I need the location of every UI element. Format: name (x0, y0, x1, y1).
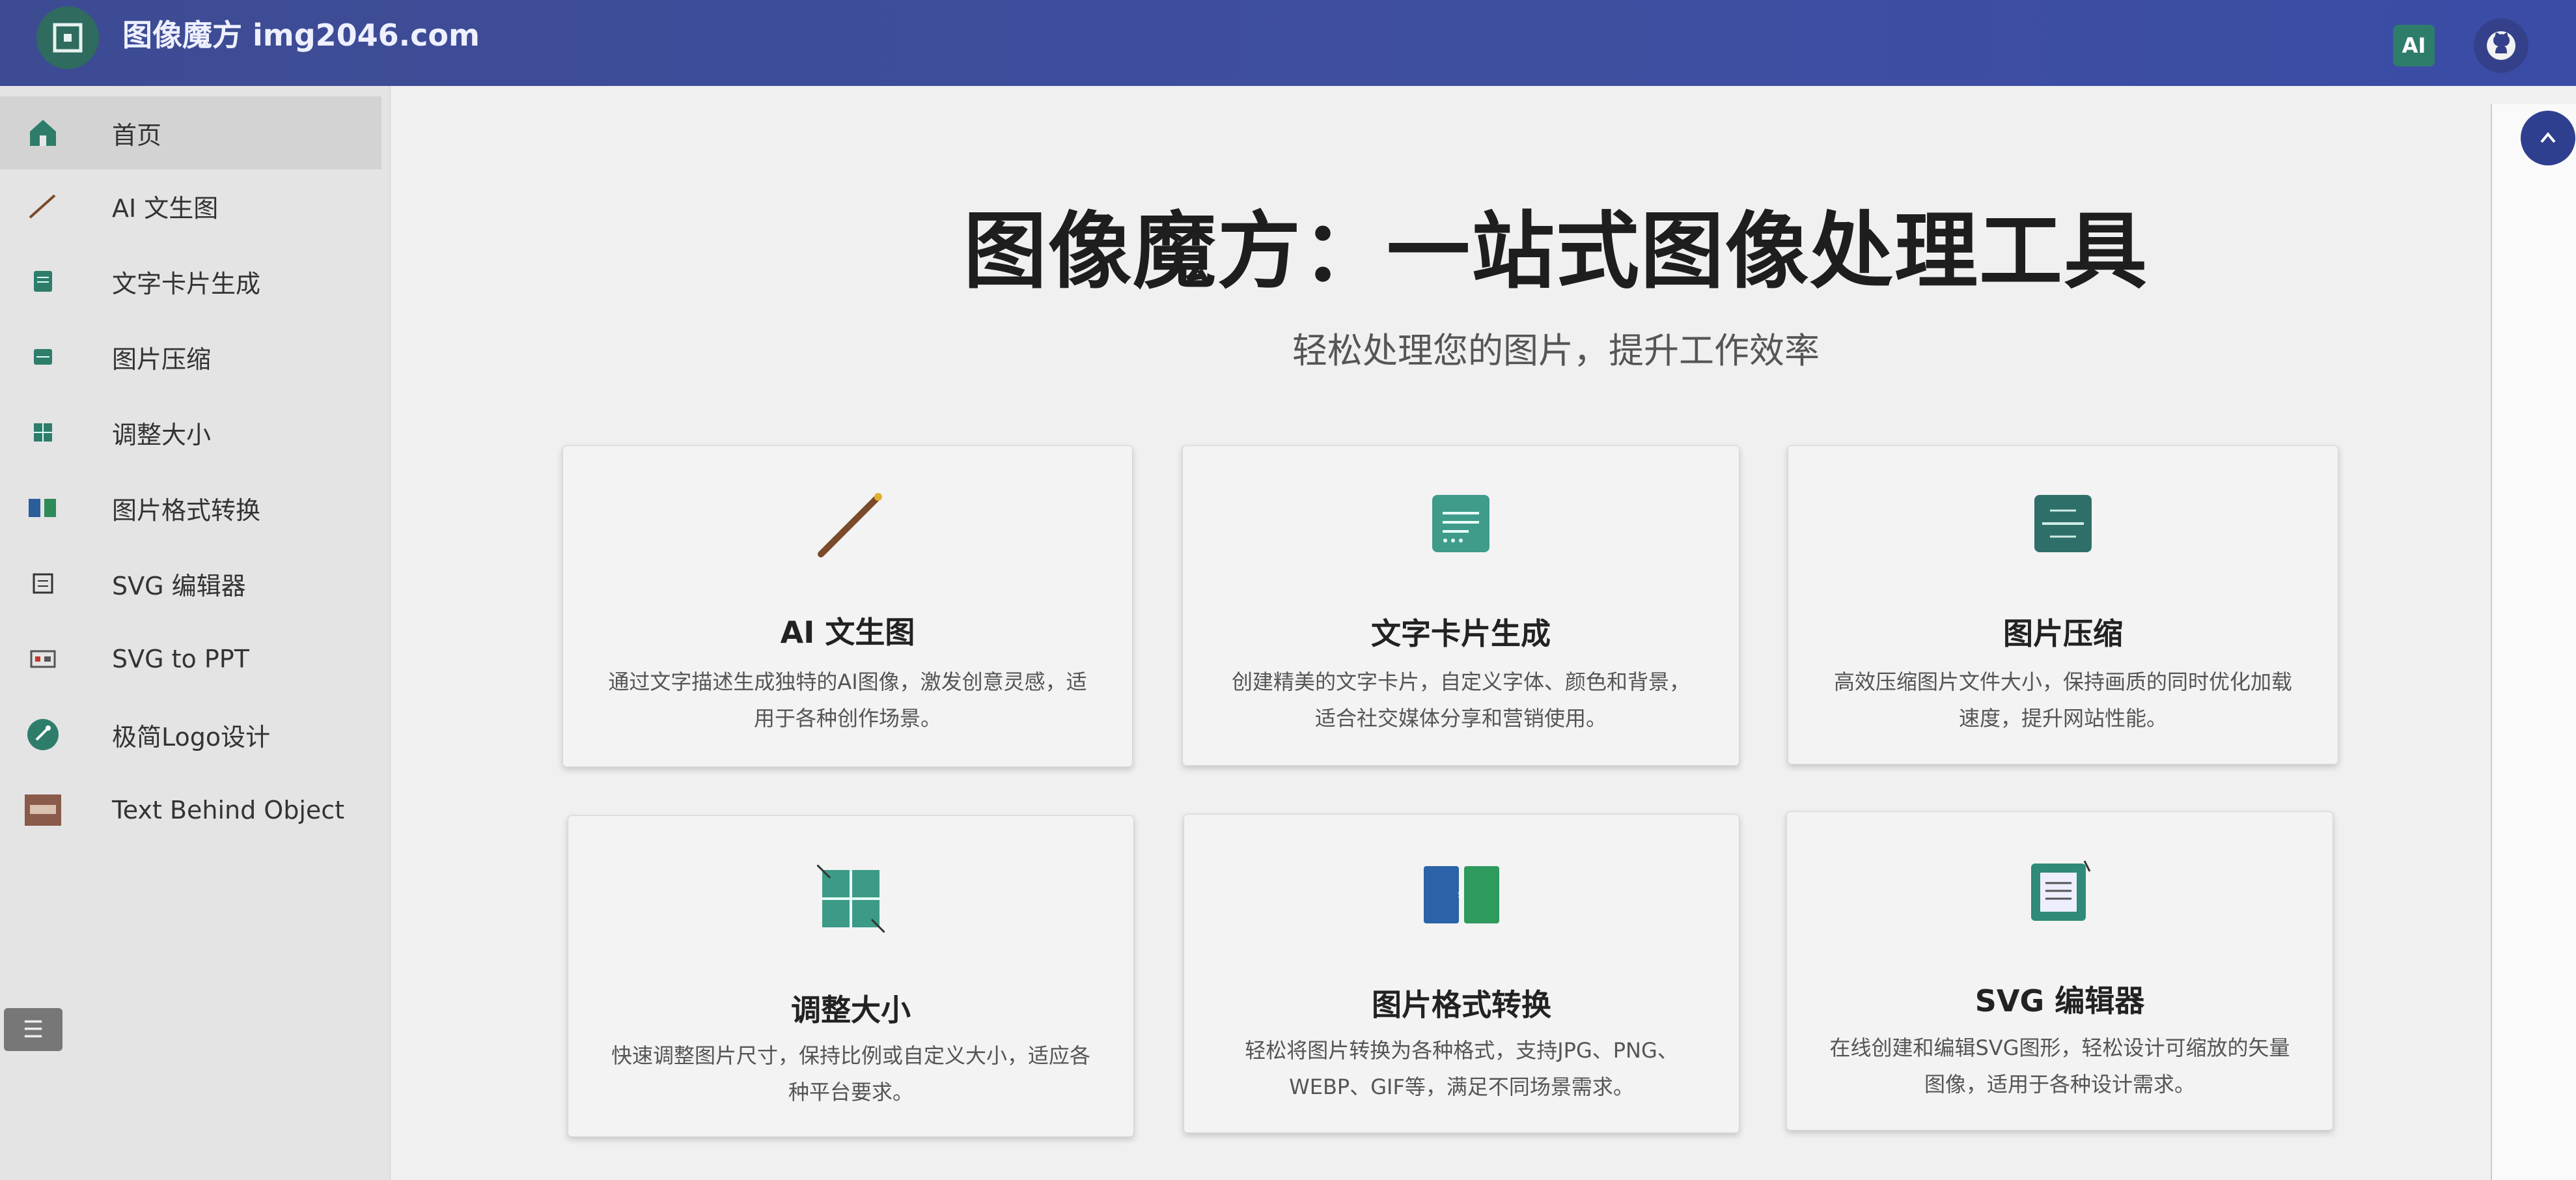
sidebar-item-compress[interactable]: 图片压缩 (0, 320, 381, 393)
page-title: 图像魔方：一站式图像处理工具 (963, 203, 2148, 300)
sidebar-item-svg-to-ppt[interactable]: SVG to PPT (0, 623, 381, 695)
sidebar-item-label: Text Behind Object (112, 796, 345, 824)
card-title: SVG 编辑器 (1974, 983, 2145, 1018)
compress-icon (2027, 488, 2099, 559)
card-title: AI 文生图 (780, 615, 915, 650)
card-description: 在线创建和编辑SVG图形，轻松设计可缩放的矢量图像，适用于各种设计需求。 (1829, 1035, 2290, 1097)
sidebar-item-format-convert[interactable]: 图片格式转换 (0, 471, 381, 544)
svg-editor-icon (2024, 856, 2096, 928)
text-behind-icon (25, 792, 61, 828)
menu-icon[interactable]: ☰ (4, 1008, 62, 1051)
sidebar-item-label: AI 文生图 (112, 193, 219, 223)
card-description: 轻松将图片转换为各种格式，支持JPG、PNG、WEBP、GIF等，满足不同场景需… (1245, 1038, 1678, 1099)
sidebar-item-label: 文字卡片生成 (112, 269, 261, 298)
feature-card-compress[interactable]: 图片压缩 高效压缩图片文件大小，保持画质的同时优化加载速度，提升网站性能。 (1788, 445, 2338, 765)
sidebar-item-label: 极简Logo设计 (112, 722, 271, 752)
card-description: 创建精美的文字卡片，自定义字体、颜色和背景，适合社交媒体分享和营销使用。 (1231, 669, 1690, 731)
ai-badge-button[interactable]: AI (2393, 25, 2435, 66)
feature-card-ai-text-to-image[interactable]: AI 文生图 通过文字描述生成独特的AI图像，激发创意灵感，适用于各种创作场景。 (562, 445, 1133, 767)
sidebar-item-ai-text-to-image[interactable]: AI 文生图 (0, 169, 381, 242)
svg-editor-icon (25, 565, 61, 602)
sidebar-item-label: 调整大小 (112, 420, 212, 449)
card-title: 图片压缩 (2003, 616, 2123, 651)
resize-icon (815, 863, 887, 934)
sidebar-item-label: 首页 (112, 120, 162, 150)
home-icon (25, 115, 61, 151)
sidebar-item-label: SVG 编辑器 (112, 571, 246, 600)
sidebar-item-text-card[interactable]: 文字卡片生成 (0, 245, 381, 318)
svg-text:$: $ (1458, 890, 1463, 900)
logo-icon[interactable] (36, 7, 99, 69)
page-subtitle: 轻松处理您的图片，提升工作效率 (1292, 330, 1820, 371)
card-title: 图片格式转换 (1372, 987, 1551, 1022)
app-title[interactable]: 图像魔方 img2046.com (122, 12, 480, 55)
github-icon[interactable] (2474, 18, 2528, 73)
card-title: 调整大小 (791, 992, 911, 1028)
chevron-up-icon (2540, 132, 2556, 143)
feature-card-format-convert[interactable]: $ 图片格式转换 轻松将图片转换为各种格式，支持JPG、PNG、WEBP、GIF… (1184, 814, 1739, 1133)
top-header: 图像魔方 img2046.com AI (0, 0, 2576, 86)
sidebar: 首页 AI 文生图 文字卡片生成 图片压缩 调整大小 图片格式转换 SVG 编辑… (0, 86, 391, 1180)
card-icon (25, 263, 61, 300)
text-card-icon (1425, 488, 1497, 559)
sidebar-item-label: 图片压缩 (112, 344, 212, 374)
ppt-icon (25, 641, 61, 677)
feature-card-text-card[interactable]: 文字卡片生成 创建精美的文字卡片，自定义字体、颜色和背景，适合社交媒体分享和营销… (1182, 445, 1739, 766)
resize-icon (25, 414, 61, 451)
sidebar-item-label: 图片格式转换 (112, 496, 261, 525)
card-description: 通过文字描述生成独特的AI图像，激发创意灵感，适用于各种创作场景。 (608, 669, 1087, 731)
sidebar-item-home[interactable]: 首页 (0, 96, 381, 169)
convert-icon: $ (1421, 859, 1502, 931)
sidebar-item-logo-design[interactable]: 极简Logo设计 (0, 698, 381, 771)
logo-design-icon (25, 716, 61, 753)
sidebar-item-resize[interactable]: 调整大小 (0, 396, 381, 469)
wand-icon (812, 489, 883, 561)
main-content: 图像魔方：一站式图像处理工具 轻松处理您的图片，提升工作效率 AI 文生图 通过… (391, 86, 2576, 1180)
card-description: 高效压缩图片文件大小，保持画质的同时优化加载速度，提升网站性能。 (1833, 669, 2292, 731)
sidebar-item-text-behind-object[interactable]: Text Behind Object (0, 774, 381, 847)
scrollbar-track[interactable] (2491, 104, 2576, 1180)
convert-icon (25, 490, 61, 526)
compress-icon (25, 339, 61, 375)
sidebar-item-svg-editor[interactable]: SVG 编辑器 (0, 547, 381, 620)
feature-card-resize[interactable]: 调整大小 快速调整图片尺寸，保持比例或自定义大小，适应各种平台要求。 (568, 815, 1134, 1137)
sidebar-item-label: SVG to PPT (112, 645, 249, 673)
scroll-to-top-button[interactable] (2521, 111, 2575, 165)
wand-icon (25, 188, 61, 224)
card-title: 文字卡片生成 (1371, 616, 1551, 651)
card-description: 快速调整图片尺寸，保持比例或自定义大小，适应各种平台要求。 (611, 1043, 1090, 1104)
feature-card-svg-editor[interactable]: SVG 编辑器 在线创建和编辑SVG图形，轻松设计可缩放的矢量图像，适用于各种设… (1786, 811, 2333, 1131)
